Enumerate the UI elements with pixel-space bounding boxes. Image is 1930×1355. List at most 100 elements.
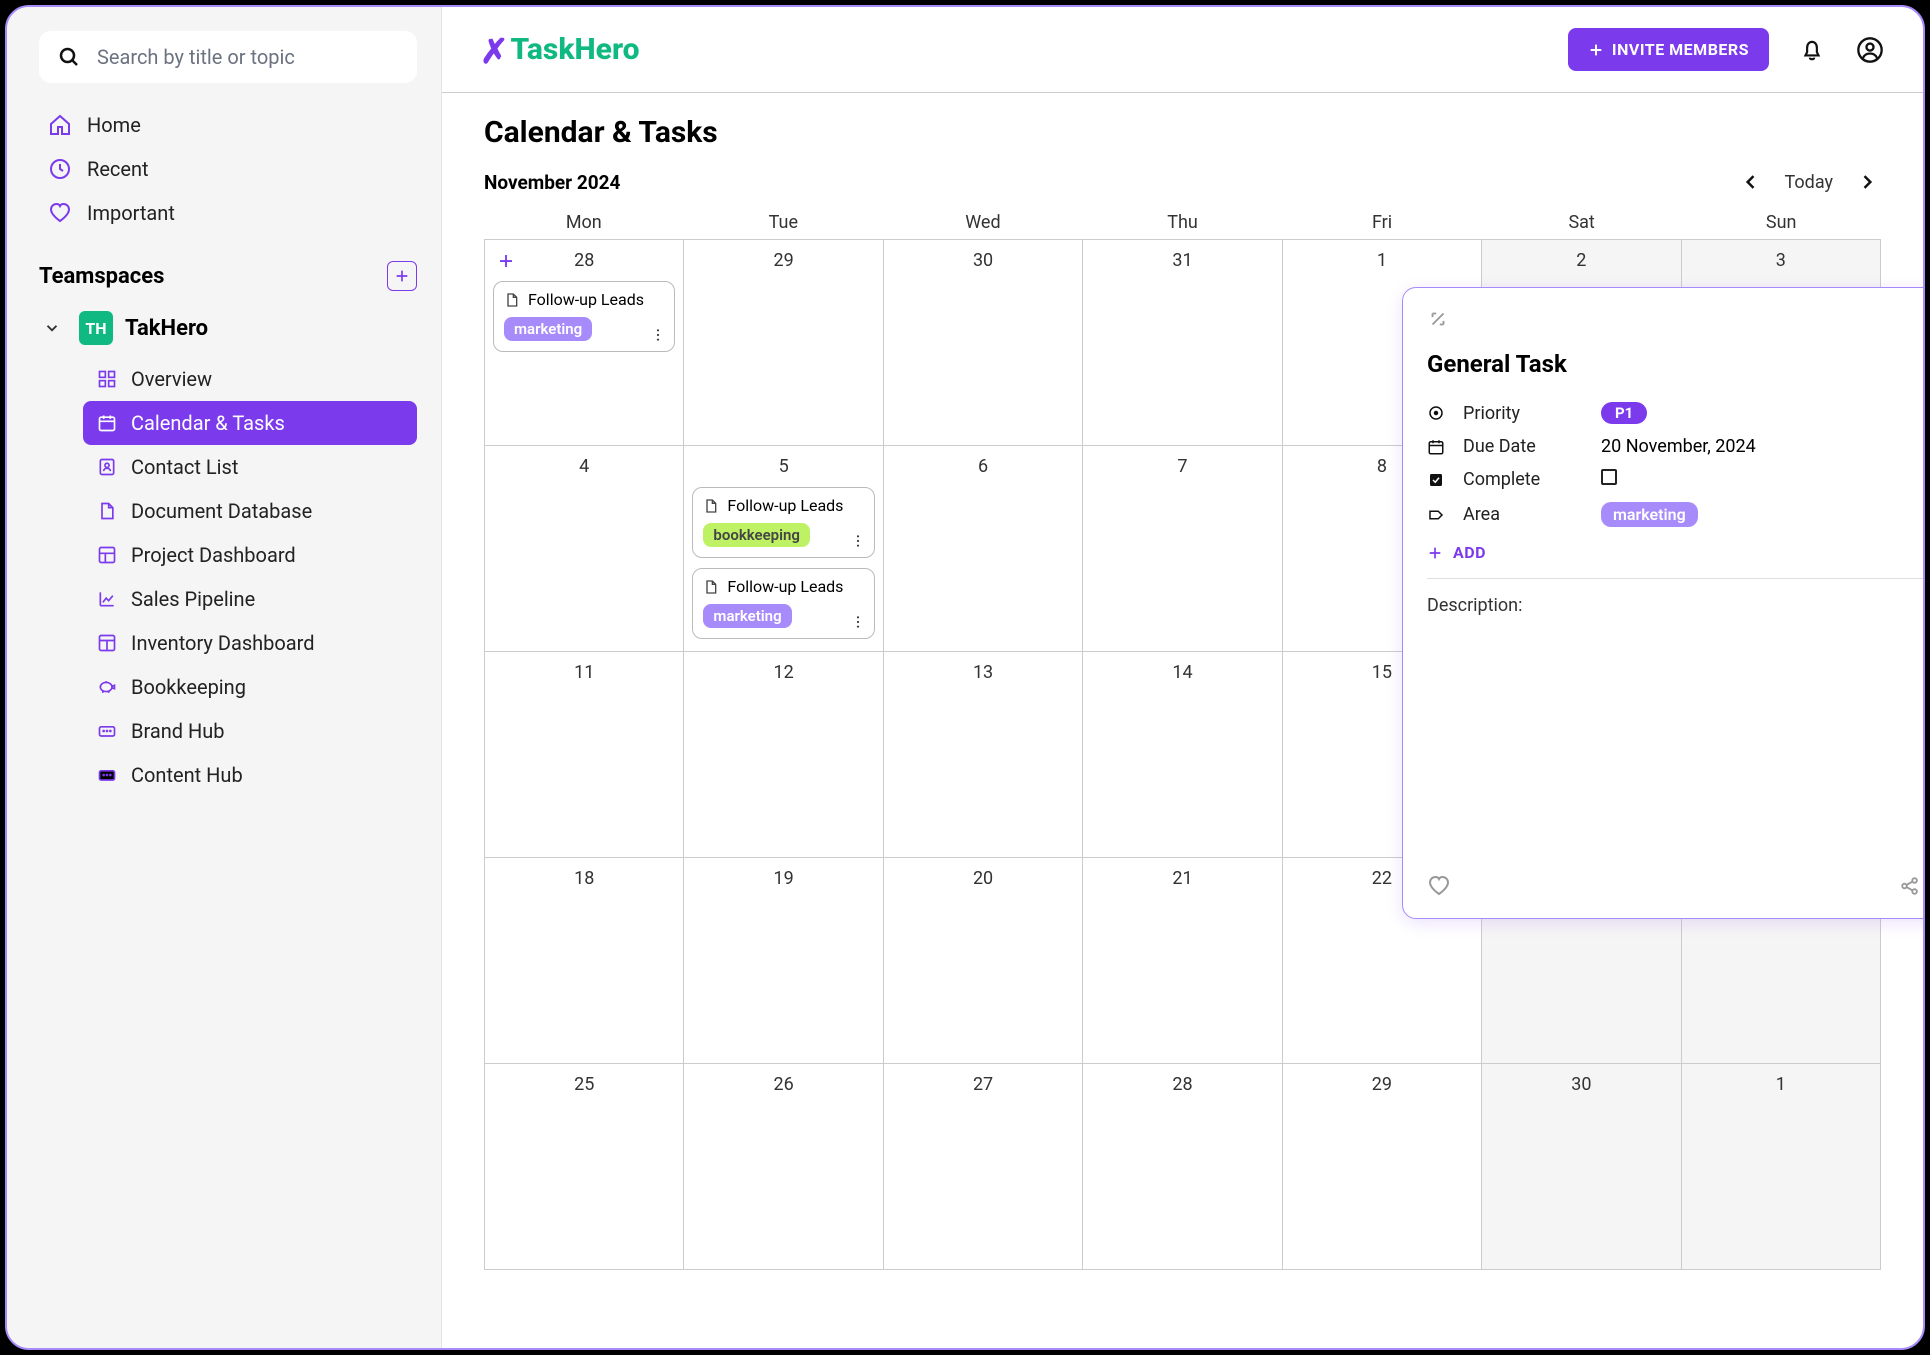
month-label: November 2024 [484, 171, 620, 194]
add-task-button[interactable] [497, 252, 515, 270]
task-menu-button[interactable] [850, 533, 866, 549]
calendar-cell[interactable]: 21 [1083, 858, 1282, 1064]
sidebar-item-contact-list[interactable]: Contact List [83, 445, 417, 489]
favorite-button[interactable] [1427, 874, 1451, 898]
invite-members-button[interactable]: INVITE MEMBERS [1568, 28, 1769, 71]
sidebar-item-overview[interactable]: Overview [83, 357, 417, 401]
nav-recent[interactable]: Recent [39, 147, 417, 191]
calendar-cell[interactable]: 31 [1083, 240, 1282, 446]
calendar-cell[interactable]: 28 Follow-up Leads marketing [485, 240, 684, 446]
sidebar-item-label: Document Database [131, 499, 312, 523]
sidebar-item-sales-pipeline[interactable]: Sales Pipeline [83, 577, 417, 621]
calendar-cell[interactable]: 27 [884, 1064, 1083, 1270]
calendar-cell[interactable]: 29 [684, 240, 883, 446]
calendar-cell[interactable]: 13 [884, 652, 1083, 858]
brand-name: TaskHero [511, 32, 640, 67]
calendar-cell[interactable]: 14 [1083, 652, 1282, 858]
calendar-cell[interactable]: 30 [884, 240, 1083, 446]
calendar-cell[interactable]: 30 [1482, 1064, 1681, 1270]
calendar-cell[interactable]: 18 [485, 858, 684, 1064]
search-input[interactable] [97, 45, 399, 69]
sidebar-item-project-dashboard[interactable]: Project Dashboard [83, 533, 417, 577]
calendar-cell[interactable]: 25 [485, 1064, 684, 1270]
property-priority[interactable]: Priority P1 [1427, 396, 1925, 430]
add-property-button[interactable]: ADD [1427, 543, 1925, 562]
calendar-cell[interactable]: 4 [485, 446, 684, 652]
brand-mark-icon: ✗ [480, 32, 509, 72]
task-tag: marketing [703, 604, 791, 628]
calendar-cell[interactable]: 11 [485, 652, 684, 858]
calendar-cell[interactable]: 20 [884, 858, 1083, 1064]
checkbox-checked-icon [1427, 471, 1455, 489]
sidebar-item-bookkeeping[interactable]: Bookkeeping [83, 665, 417, 709]
calendar-cell[interactable]: 12 [684, 652, 883, 858]
profile-button[interactable] [1855, 35, 1885, 65]
day-number: 7 [1091, 456, 1273, 477]
complete-checkbox[interactable] [1601, 469, 1617, 485]
property-complete[interactable]: Complete [1427, 463, 1925, 496]
brand[interactable]: ✗ TaskHero [480, 30, 640, 70]
day-number: 12 [692, 662, 874, 683]
property-area[interactable]: Area marketing [1427, 496, 1925, 533]
teamspace-name: TakHero [125, 316, 208, 341]
teamspaces-heading: Teamspaces [39, 264, 164, 289]
calendar-cell[interactable]: 29 [1283, 1064, 1482, 1270]
keyboard-icon [95, 721, 119, 741]
day-number: 30 [1490, 1074, 1672, 1095]
dow-wed: Wed [883, 206, 1083, 239]
calendar-cell[interactable]: 26 [684, 1064, 883, 1270]
share-button[interactable] [1899, 875, 1921, 897]
day-number: 26 [692, 1074, 874, 1095]
sidebar-item-inventory-dashboard[interactable]: Inventory Dashboard [83, 621, 417, 665]
calendar-cell[interactable]: 7 [1083, 446, 1282, 652]
heart-icon [47, 201, 73, 225]
add-teamspace-button[interactable] [387, 261, 417, 291]
task-card[interactable]: Follow-up Leads bookkeeping [692, 487, 874, 558]
day-number: 5 [692, 456, 874, 477]
nav-important[interactable]: Important [39, 191, 417, 235]
property-due-date[interactable]: Due Date 20 November, 2024 [1427, 430, 1925, 463]
day-number: 1 [1690, 1074, 1872, 1095]
calendar-cell[interactable]: 1 [1682, 1064, 1881, 1270]
home-icon [47, 113, 73, 137]
next-month-button[interactable] [1853, 168, 1881, 196]
sidebar-item-brand-hub[interactable]: Brand Hub [83, 709, 417, 753]
nav-home[interactable]: Home [39, 103, 417, 147]
calendar-cell[interactable]: 6 [884, 446, 1083, 652]
day-number: 29 [692, 250, 874, 271]
sidebar-item-label: Sales Pipeline [131, 587, 255, 611]
calendar-cell[interactable]: 5 Follow-up Leads bookkeeping Follow-up … [684, 446, 883, 652]
task-card[interactable]: Follow-up Leads marketing [493, 281, 675, 352]
layout-icon [95, 633, 119, 653]
prev-month-button[interactable] [1737, 168, 1765, 196]
page-title: Calendar & Tasks [484, 115, 1881, 150]
sidebar-item-content-hub[interactable]: Content Hub [83, 753, 417, 797]
dashboard-icon [95, 545, 119, 565]
dow-sat: Sat [1482, 206, 1682, 239]
expand-icon[interactable] [1427, 308, 1449, 330]
task-menu-button[interactable] [650, 327, 666, 343]
day-number: 18 [493, 868, 675, 889]
teamspace-toggle[interactable]: TH TakHero [39, 303, 417, 353]
sidebar-item-label: Calendar & Tasks [131, 411, 285, 435]
task-card[interactable]: Follow-up Leads marketing [692, 568, 874, 639]
calendar-cell[interactable]: 28 [1083, 1064, 1282, 1270]
day-number: 21 [1091, 868, 1273, 889]
property-label: Area [1463, 504, 1593, 525]
notifications-button[interactable] [1797, 35, 1827, 65]
calendar-icon [1427, 438, 1455, 456]
search-field[interactable] [39, 31, 417, 83]
sidebar-item-document-database[interactable]: Document Database [83, 489, 417, 533]
priority-pill: P1 [1601, 402, 1647, 424]
invite-label: INVITE MEMBERS [1612, 40, 1749, 59]
nav-recent-label: Recent [87, 157, 149, 181]
today-button[interactable]: Today [1785, 172, 1833, 193]
task-menu-button[interactable] [850, 614, 866, 630]
day-number: 4 [493, 456, 675, 477]
day-number: 2 [1490, 250, 1672, 271]
sidebar: Home Recent Important Teamspaces TH [7, 7, 442, 1348]
calendar-cell[interactable]: 19 [684, 858, 883, 1064]
day-number: 3 [1690, 250, 1872, 271]
sidebar-item-calendar-tasks[interactable]: Calendar & Tasks [83, 401, 417, 445]
due-date-value: 20 November, 2024 [1601, 436, 1925, 457]
